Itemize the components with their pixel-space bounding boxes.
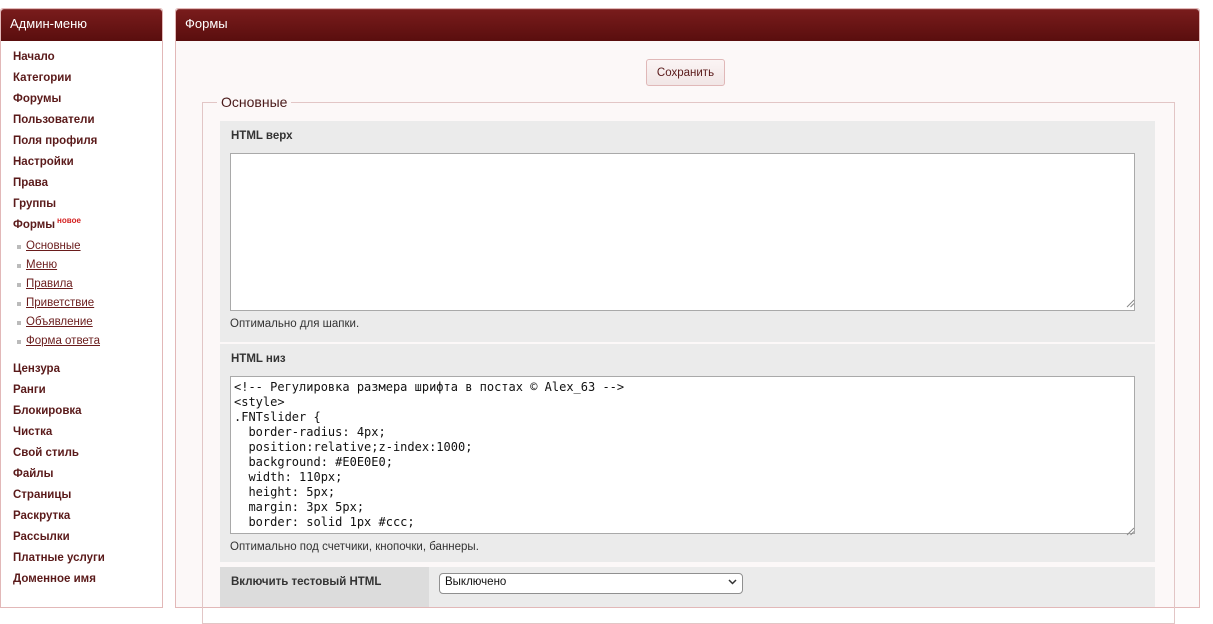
sidebar-item-forms[interactable]: Формы новое	[1, 216, 162, 238]
sidebar-item-permissions[interactable]: Права	[1, 175, 162, 196]
html-bottom-block: HTML низ <!-- Регулировка размера шрифта…	[220, 344, 1155, 562]
page-title: Формы	[176, 9, 1199, 41]
resize-grip-icon[interactable]	[1126, 527, 1135, 536]
sidebar-item-pages[interactable]: Страницы	[1, 487, 162, 508]
sidebar-item-forms-label: Формы	[13, 219, 56, 231]
submenu-item-reply-form[interactable]: Форма ответа	[1, 333, 162, 352]
html-top-label: HTML верх	[231, 130, 293, 142]
sidebar-item-paid-services[interactable]: Платные услуги	[1, 550, 162, 571]
test-html-select[interactable]: Выключено	[439, 573, 743, 594]
sidebar-item-bans[interactable]: Блокировка	[1, 403, 162, 424]
sidebar-item-home[interactable]: Начало	[1, 49, 162, 70]
sidebar-item-settings[interactable]: Настройки	[1, 154, 162, 175]
sidebar-menu: Начало Категории Форумы Пользователи Пол…	[1, 41, 162, 238]
sidebar-item-domain-name[interactable]: Доменное имя	[1, 571, 162, 592]
sidebar-item-forums[interactable]: Форумы	[1, 91, 162, 112]
sidebar-title: Админ-меню	[1, 9, 162, 41]
submenu-item-main[interactable]: Основные	[1, 238, 162, 257]
sidebar-item-files[interactable]: Файлы	[1, 466, 162, 487]
test-html-row: Выключено	[429, 567, 1155, 607]
sidebar-item-promotion[interactable]: Раскрутка	[1, 508, 162, 529]
sidebar-item-categories[interactable]: Категории	[1, 70, 162, 91]
save-button[interactable]: Сохранить	[646, 59, 725, 86]
html-top-textarea[interactable]	[230, 153, 1135, 311]
chevron-down-icon	[728, 579, 737, 585]
forms-submenu: Основные Меню Правила Приветствие Объявл…	[1, 238, 162, 352]
sidebar-menu-lower: Цензура Ранги Блокировка Чистка Свой сти…	[1, 361, 162, 592]
html-bottom-textarea[interactable]: <!-- Регулировка размера шрифта в постах…	[230, 376, 1135, 534]
submenu-item-greeting[interactable]: Приветствие	[1, 295, 162, 314]
submenu-item-announcement[interactable]: Объявление	[1, 314, 162, 333]
new-badge: новое	[57, 216, 81, 225]
forms-panel: Формы Сохранить Основные HTML верх Оптим…	[175, 8, 1200, 624]
html-top-hint: Оптимально для шапки.	[230, 318, 360, 330]
admin-sidebar: Админ-меню Начало Категории Форумы Польз…	[0, 8, 163, 608]
sidebar-item-custom-style[interactable]: Свой стиль	[1, 445, 162, 466]
sidebar-item-censorship[interactable]: Цензура	[1, 361, 162, 382]
section-legend: Основные	[221, 94, 288, 110]
sidebar-item-mailings[interactable]: Рассылки	[1, 529, 162, 550]
test-html-selected: Выключено	[445, 576, 507, 588]
submenu-item-menu[interactable]: Меню	[1, 257, 162, 276]
html-bottom-hint: Оптимально под счетчики, кнопочки, банне…	[230, 541, 479, 553]
resize-grip-icon[interactable]	[1126, 299, 1135, 308]
html-bottom-label: HTML низ	[231, 353, 286, 365]
test-html-label: Включить тестовый HTML	[220, 567, 429, 607]
sidebar-item-ranks[interactable]: Ранги	[1, 382, 162, 403]
sidebar-item-profile-fields[interactable]: Поля профиля	[1, 133, 162, 154]
sidebar-item-groups[interactable]: Группы	[1, 196, 162, 217]
sidebar-item-cleanup[interactable]: Чистка	[1, 424, 162, 445]
html-top-block: HTML верх Оптимально для шапки.	[220, 121, 1155, 342]
sidebar-item-users[interactable]: Пользователи	[1, 112, 162, 133]
submenu-item-rules[interactable]: Правила	[1, 276, 162, 295]
